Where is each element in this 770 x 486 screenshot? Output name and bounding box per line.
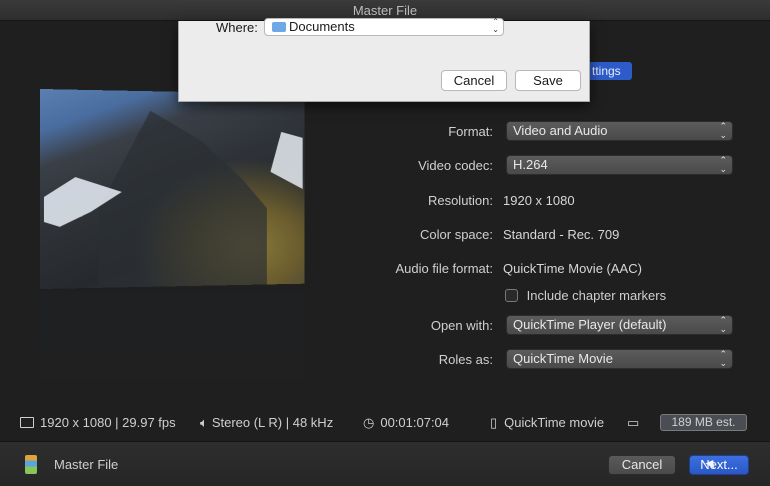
folder-icon <box>272 22 286 32</box>
cancel-button[interactable]: Cancel <box>608 455 676 475</box>
format-value: Video and Audio <box>513 123 607 138</box>
video-info: 1920 x 1080 | 29.97 fps <box>20 415 176 430</box>
audio-format-value: QuickTime Movie (AAC) <box>503 261 642 276</box>
preview-reflection <box>40 291 304 381</box>
sheet-save-button[interactable]: Save <box>515 70 581 91</box>
tab-settings[interactable]: ttings <box>588 62 632 80</box>
where-value: Documents <box>289 19 355 34</box>
resolution-row: Resolution: 1920 x 1080 <box>330 190 740 212</box>
size-estimate-badge: 189 MB est. <box>660 414 747 431</box>
roles-as-popup[interactable]: QuickTime Movie ⌃ ⌄ <box>506 349 733 369</box>
video-codec-value: H.264 <box>513 157 548 172</box>
format-popup[interactable]: Video and Audio ⌃ ⌄ <box>506 121 733 141</box>
display-icon[interactable]: ▭ <box>627 415 639 431</box>
info-bar: 1920 x 1080 | 29.97 fps 🔈︎ Stereo (L R) |… <box>0 412 770 434</box>
video-codec-popup[interactable]: H.264 ⌃ ⌄ <box>506 155 733 175</box>
updown-arrows-icon: ⌃ ⌄ <box>492 18 499 34</box>
clock-icon: ◷ <box>363 415 374 430</box>
format-label: Format: <box>448 124 493 139</box>
chapter-markers-checkbox[interactable] <box>505 289 518 302</box>
master-file-icon <box>25 455 37 474</box>
open-with-row: Open with: QuickTime Player (default) ⌃ ⌄ <box>330 315 740 337</box>
video-codec-label: Video codec: <box>418 158 493 173</box>
sheet-cancel-button[interactable]: Cancel <box>441 70 507 91</box>
updown-arrows-icon: ⌃ ⌄ <box>719 350 727 368</box>
audio-format-row: Audio file format: QuickTime Movie (AAC) <box>330 258 740 280</box>
color-space-label: Color space: <box>420 227 493 242</box>
roles-as-label: Roles as: <box>439 352 493 367</box>
where-label: Where: <box>216 20 258 35</box>
file-type-info: ▯ QuickTime movie <box>490 415 604 431</box>
updown-arrows-icon: ⌃ ⌄ <box>719 122 727 140</box>
audio-format-label: Audio file format: <box>395 261 493 276</box>
preview-snow <box>267 132 303 189</box>
format-row: Format: Video and Audio ⌃ ⌄ <box>330 121 740 143</box>
video-info-text: 1920 x 1080 | 29.97 fps <box>40 415 176 430</box>
updown-arrows-icon: ⌃ ⌄ <box>719 156 727 174</box>
open-with-label: Open with: <box>431 318 493 333</box>
audio-info: 🔈︎ Stereo (L R) | 48 kHz <box>200 415 333 431</box>
roles-as-value: QuickTime Movie <box>513 351 613 366</box>
open-with-popup[interactable]: QuickTime Player (default) ⌃ ⌄ <box>506 315 733 335</box>
next-button[interactable]: Next... <box>689 455 749 475</box>
resolution-label: Resolution: <box>428 193 493 208</box>
screen-icon <box>20 417 34 428</box>
chapter-markers-label: Include chapter markers <box>527 288 666 303</box>
open-with-value: QuickTime Player (default) <box>513 317 666 332</box>
chapter-markers-checkbox-row[interactable]: Include chapter markers <box>505 288 666 303</box>
bottom-title: Master File <box>54 457 118 472</box>
color-space-row: Color space: Standard - Rec. 709 <box>330 224 740 246</box>
where-popup[interactable]: Documents ⌃ ⌄ <box>264 18 504 36</box>
document-icon: ▯ <box>490 415 497 430</box>
color-space-value: Standard - Rec. 709 <box>503 227 619 242</box>
video-codec-row: Video codec: H.264 ⌃ ⌄ <box>330 155 740 177</box>
speaker-icon: 🔈︎ <box>200 415 208 430</box>
duration-info: ◷ 00:01:07:04 <box>363 415 449 431</box>
resolution-value: 1920 x 1080 <box>503 193 575 208</box>
preview-thumbnail <box>40 89 304 289</box>
duration-text: 00:01:07:04 <box>380 415 449 430</box>
audio-info-text: Stereo (L R) | 48 kHz <box>212 415 333 430</box>
preview-ridge <box>99 90 267 288</box>
save-sheet: Where: Documents ⌃ ⌄ Cancel Save <box>178 21 590 102</box>
roles-as-row: Roles as: QuickTime Movie ⌃ ⌄ <box>330 349 740 371</box>
bottom-bar: Master File Cancel Next... <box>0 441 770 486</box>
file-type-text: QuickTime movie <box>504 415 604 430</box>
updown-arrows-icon: ⌃ ⌄ <box>719 316 727 334</box>
